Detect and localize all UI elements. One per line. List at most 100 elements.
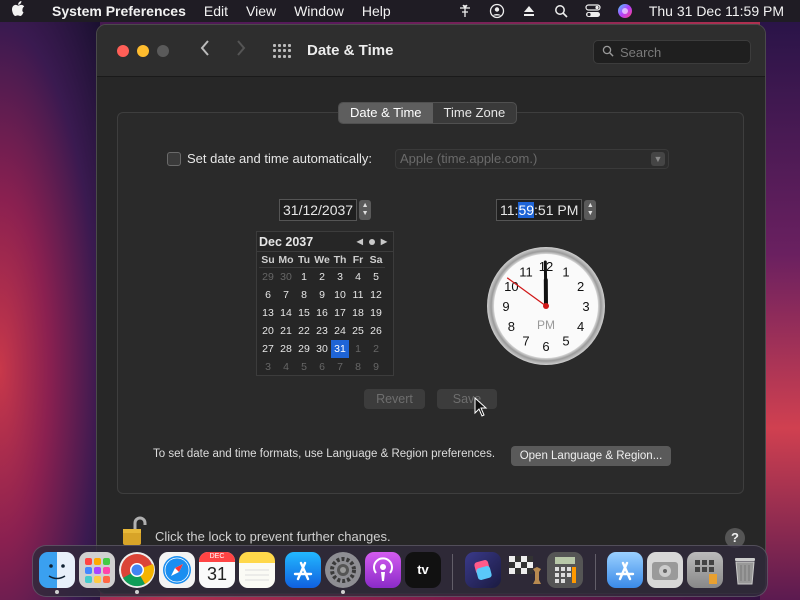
minimize-window-button[interactable] — [137, 45, 149, 57]
calendar-day[interactable]: 9 — [367, 358, 385, 376]
menu-view[interactable]: View — [237, 3, 285, 19]
tab-time-zone[interactable]: Time Zone — [433, 103, 517, 123]
menu-clock[interactable]: Thu 31 Dec 11:59 PM — [641, 3, 800, 19]
calendar-day[interactable]: 2 — [313, 268, 331, 286]
next-month-icon[interactable]: ▶ — [381, 237, 387, 246]
trash-icon[interactable] — [727, 552, 763, 588]
calendar-day[interactable]: 11 — [349, 286, 367, 304]
calendar-day[interactable]: 1 — [295, 268, 313, 286]
user-account-icon[interactable] — [485, 0, 509, 22]
calendar-day[interactable]: 10 — [331, 286, 349, 304]
calendar-day[interactable]: 24 — [331, 322, 349, 340]
calendar-day[interactable]: 2 — [367, 340, 385, 358]
calendar-day[interactable]: 19 — [367, 304, 385, 322]
calendar-day[interactable]: 3 — [259, 358, 277, 376]
notes-icon[interactable] — [239, 552, 275, 588]
calendar-day[interactable]: 1 — [349, 340, 367, 358]
time-server-select[interactable]: Apple (time.apple.com.) ▼ — [395, 149, 669, 169]
lock-icon[interactable] — [121, 515, 149, 549]
launchpad-icon[interactable] — [79, 552, 115, 588]
shortcuts-icon[interactable] — [465, 552, 501, 588]
calendar-day[interactable]: 7 — [277, 286, 295, 304]
calendar-day[interactable]: 29 — [259, 268, 277, 286]
calendar-day[interactable]: 16 — [313, 304, 331, 322]
calendar-day[interactable]: 5 — [367, 268, 385, 286]
forward-arrow-icon[interactable] — [235, 39, 247, 63]
revert-button[interactable]: Revert — [364, 389, 425, 409]
siri-icon[interactable] — [613, 0, 637, 22]
calendar-day[interactable]: 13 — [259, 304, 277, 322]
calculator-icon[interactable] — [547, 552, 583, 588]
calendar-day[interactable]: 3 — [331, 268, 349, 286]
calendar-day[interactable]: 7 — [331, 358, 349, 376]
calendar-day[interactable]: 30 — [313, 340, 331, 358]
lock-message[interactable]: Click the lock to prevent further change… — [155, 529, 391, 544]
today-dot-icon[interactable] — [368, 238, 375, 245]
time-hours[interactable]: 11 — [500, 202, 515, 218]
calendar-day[interactable]: 8 — [295, 286, 313, 304]
time-seconds-ampm[interactable]: 51 PM — [538, 202, 578, 218]
auto-time-label[interactable]: Set date and time automatically: — [187, 151, 372, 166]
show-all-grid-icon[interactable] — [273, 44, 291, 58]
app-store-icon[interactable] — [285, 552, 321, 588]
calendar-day[interactable]: 22 — [295, 322, 313, 340]
stepper-down-icon[interactable]: ▼ — [362, 210, 369, 218]
close-window-button[interactable] — [117, 45, 129, 57]
eject-icon[interactable] — [517, 0, 541, 22]
calendar-day[interactable]: 8 — [349, 358, 367, 376]
chess-icon[interactable] — [507, 552, 543, 588]
chrome-icon[interactable] — [119, 552, 155, 588]
calendar-day[interactable]: 21 — [277, 322, 295, 340]
apple-tv-icon[interactable]: tv — [405, 552, 441, 588]
calendar-day[interactable]: 26 — [367, 322, 385, 340]
podcasts-icon[interactable] — [365, 552, 401, 588]
calendar-day[interactable]: 4 — [349, 268, 367, 286]
calendar-day[interactable]: 30 — [277, 268, 295, 286]
stepper-up-icon[interactable]: ▲ — [362, 202, 369, 210]
search-field[interactable] — [593, 40, 751, 64]
stepper-up-icon[interactable]: ▲ — [587, 202, 594, 210]
calendar-day[interactable]: 29 — [295, 340, 313, 358]
date-input[interactable]: 31/12/2037 — [279, 199, 358, 221]
calendar-day[interactable]: 9 — [313, 286, 331, 304]
calendar-day[interactable]: 20 — [259, 322, 277, 340]
time-input[interactable]: 11:59:51 PM — [496, 199, 583, 221]
calendar-app-icon[interactable]: DEC 31 — [199, 552, 235, 588]
control-center-icon[interactable] — [581, 0, 605, 22]
finder-icon[interactable] — [39, 552, 75, 588]
menu-window[interactable]: Window — [285, 3, 353, 19]
date-stepper[interactable]: ▲ ▼ — [359, 200, 372, 220]
calendar-day[interactable]: 28 — [277, 340, 295, 358]
search-input[interactable] — [620, 44, 740, 60]
calendar-day[interactable]: 6 — [313, 358, 331, 376]
calendar-day[interactable]: 12 — [367, 286, 385, 304]
tab-date-time[interactable]: Date & Time — [339, 103, 433, 123]
menu-edit[interactable]: Edit — [195, 3, 237, 19]
calendar-day-selected[interactable]: 31 — [331, 340, 349, 358]
calendar-day[interactable]: 17 — [331, 304, 349, 322]
calendar-day[interactable]: 14 — [277, 304, 295, 322]
calendar-day[interactable]: 18 — [349, 304, 367, 322]
zoom-window-button[interactable] — [157, 45, 169, 57]
system-preferences-icon[interactable] — [325, 552, 361, 588]
calendar-day[interactable]: 5 — [295, 358, 313, 376]
network-icon[interactable] — [453, 0, 477, 22]
menu-app-name[interactable]: System Preferences — [36, 3, 195, 19]
back-arrow-icon[interactable] — [199, 39, 211, 63]
calendar-day[interactable]: 27 — [259, 340, 277, 358]
calendar-day[interactable]: 23 — [313, 322, 331, 340]
disk-utility-icon[interactable] — [647, 552, 683, 588]
keychain-icon[interactable] — [687, 552, 723, 588]
calendar-day[interactable]: 4 — [277, 358, 295, 376]
apple-menu-icon[interactable] — [0, 1, 36, 21]
spotlight-search-icon[interactable] — [549, 0, 573, 22]
stepper-down-icon[interactable]: ▼ — [587, 210, 594, 218]
menu-help[interactable]: Help — [353, 3, 400, 19]
open-language-region-button[interactable]: Open Language & Region... — [511, 446, 671, 466]
time-stepper[interactable]: ▲ ▼ — [584, 200, 597, 220]
time-minutes-selected[interactable]: 59 — [518, 202, 535, 218]
calendar-day[interactable]: 15 — [295, 304, 313, 322]
calendar-day[interactable]: 6 — [259, 286, 277, 304]
auto-time-checkbox[interactable] — [167, 151, 181, 166]
calendar-day[interactable]: 25 — [349, 322, 367, 340]
